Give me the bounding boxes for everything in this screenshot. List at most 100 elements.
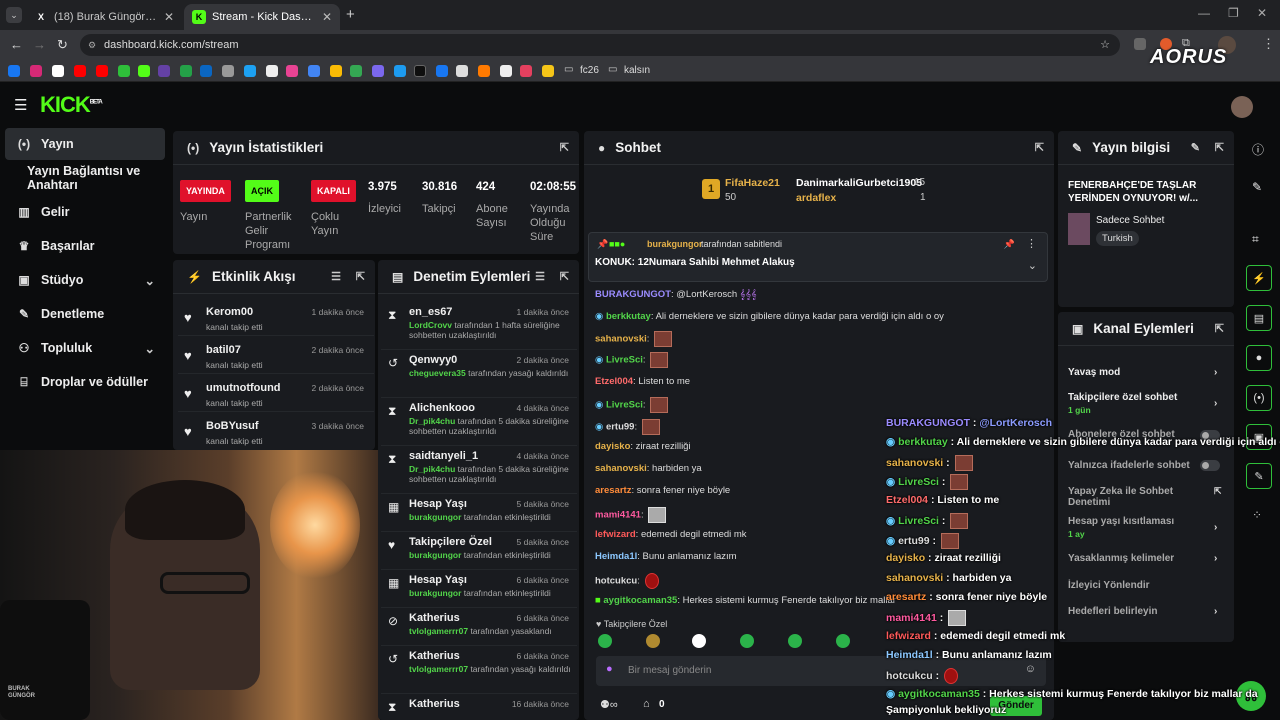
bolt-icon[interactable]: ⚡ — [1246, 265, 1272, 291]
mod-user[interactable]: Dr_pik4chu — [409, 416, 455, 426]
document-icon[interactable]: ▤ — [1246, 305, 1272, 331]
popout-icon[interactable]: ⇱ — [1035, 141, 1044, 154]
bookmark-icon[interactable] — [222, 65, 234, 77]
bookmark-folder-kalsin[interactable]: kalsın — [624, 65, 650, 76]
mod-user[interactable]: tvlolgamerrr07 — [409, 664, 468, 674]
emoji-icon[interactable]: ☺ — [1025, 663, 1036, 675]
forward-icon[interactable]: → — [33, 37, 46, 52]
bookmark-icon[interactable] — [266, 65, 278, 77]
popout-icon[interactable]: ⇱ — [560, 141, 569, 154]
bookmark-icon[interactable] — [394, 65, 406, 77]
bookmark-icon[interactable] — [74, 65, 86, 77]
nav-item-denetleme[interactable]: ✎ Denetleme — [5, 298, 165, 330]
edit-icon[interactable]: ✎ — [1252, 180, 1262, 194]
leader-name[interactable]: DanimarkaliGurbetci1905 — [796, 177, 922, 189]
chevron-down-icon[interactable]: ⌄ — [145, 341, 155, 356]
bookmark-star-icon[interactable]: ☆ — [1100, 34, 1110, 56]
hamburger-menu-icon[interactable]: ☰ — [14, 96, 27, 114]
bookmark-icon[interactable] — [118, 65, 130, 77]
chat-bubble-icon[interactable]: ● — [1246, 345, 1272, 371]
chat-user[interactable]: berkkutay — [606, 311, 651, 322]
chat-user[interactable]: ertu99 — [606, 422, 635, 433]
bookmark-icon[interactable] — [200, 65, 212, 77]
bookmark-icon[interactable] — [520, 65, 532, 77]
bookmark-icon[interactable] — [138, 65, 150, 77]
leader-name[interactable]: ardaflex — [796, 192, 836, 204]
action-banned-words[interactable]: Yasaklanmış kelimeler › — [1068, 553, 1217, 564]
microphone-icon[interactable]: ● — [606, 663, 613, 675]
broadcast-icon[interactable]: (•) — [1246, 385, 1272, 411]
back-icon[interactable]: ← — [10, 37, 23, 52]
emote-shortcut-icon[interactable] — [598, 634, 612, 648]
chevron-down-icon[interactable]: ⌄ — [145, 273, 155, 288]
tab-list-icon[interactable]: ⌄ — [6, 7, 22, 23]
bookmark-icon[interactable] — [350, 65, 362, 77]
bookmark-icon[interactable] — [286, 65, 298, 77]
bookmark-icon[interactable] — [542, 65, 554, 77]
extension-icon[interactable] — [1134, 38, 1146, 50]
bookmark-icon[interactable] — [478, 65, 490, 77]
chat-user[interactable]: aresartz — [595, 485, 631, 496]
mod-user[interactable]: tvlolgamerrr07 — [409, 626, 468, 636]
action-goals[interactable]: Hedefleri belirleyin › — [1068, 606, 1217, 617]
new-tab-button[interactable]: + — [346, 6, 355, 23]
leader-name[interactable]: FifaHaze21 — [725, 177, 780, 189]
bookmark-icon[interactable] — [180, 65, 192, 77]
nav-item-gelir[interactable]: ▥ Gelir — [5, 196, 165, 228]
close-icon[interactable]: ✕ — [164, 10, 174, 24]
action-raid[interactable]: İzleyici Yönlendir — [1068, 580, 1150, 591]
chevron-down-icon[interactable]: ⌄ — [1028, 259, 1037, 272]
bookmark-icon[interactable] — [244, 65, 256, 77]
mod-user[interactable]: cheguevera35 — [409, 368, 466, 378]
chat-user[interactable]: LivreSci — [606, 355, 643, 366]
chat-user[interactable]: hotcukcu — [595, 576, 637, 587]
community-icon[interactable]: ⚉∞ — [600, 698, 618, 711]
user-avatar[interactable] — [1231, 96, 1253, 118]
category-name[interactable]: Sadece Sohbet — [1096, 215, 1164, 226]
emote-only-toggle[interactable] — [1200, 460, 1220, 471]
chat-user[interactable]: LivreSci — [606, 400, 643, 411]
chat-user[interactable]: mami4141 — [595, 510, 641, 521]
mod-user[interactable]: burakgungor — [409, 588, 461, 598]
nav-item-topluluk[interactable]: ⚇ Topluluk ⌄ — [5, 332, 165, 364]
browser-tab-kick[interactable]: K Stream - Kick Dashboard ✕ — [184, 4, 340, 30]
minimize-icon[interactable]: — — [1198, 6, 1210, 20]
emote-shortcut-icon[interactable] — [788, 634, 802, 648]
bookmark-icon[interactable] — [52, 65, 64, 77]
action-account-age[interactable]: Hesap yaşı kısıtlaması › 1 ay — [1068, 516, 1217, 539]
wrench-icon[interactable]: ✎ — [1246, 463, 1272, 489]
reload-icon[interactable]: ↻ — [57, 37, 68, 53]
address-bar[interactable]: ⚙ dashboard.kick.com/stream ☆ — [80, 34, 1120, 56]
chat-user[interactable]: Heimda1l — [595, 551, 637, 562]
drag-handle-icon[interactable]: ⁘ — [1252, 508, 1262, 522]
nav-item-basarilar[interactable]: ♛ Başarılar — [5, 230, 165, 262]
close-window-icon[interactable]: ✕ — [1257, 6, 1267, 20]
chat-user[interactable]: sahanovski — [595, 463, 647, 474]
more-icon[interactable]: ⋮ — [1026, 237, 1037, 250]
menu-dots-icon[interactable]: ⋮ — [1262, 36, 1275, 52]
emote-shortcut-icon[interactable] — [692, 634, 706, 648]
popout-icon[interactable]: ⇱ — [1215, 141, 1224, 154]
action-ai-moderation[interactable]: Yapay Zeka ile Sohbet Denetimi ⇱ — [1068, 486, 1222, 508]
mod-user[interactable]: burakgungor — [409, 550, 461, 560]
screenshot-icon[interactable]: ⌗ — [1252, 232, 1259, 247]
store-icon[interactable]: ⌂ — [643, 698, 650, 710]
filter-icon[interactable]: ☰ — [535, 270, 545, 283]
emote-shortcut-icon[interactable] — [740, 634, 754, 648]
chat-user[interactable]: lefwizard — [595, 529, 636, 540]
bookmark-icon[interactable] — [456, 65, 468, 77]
bookmark-icon[interactable] — [414, 65, 426, 77]
mod-user[interactable]: burakgungor — [409, 512, 461, 522]
chat-user[interactable]: sahanovski — [595, 334, 647, 345]
chat-user[interactable]: dayisko — [595, 441, 630, 452]
pinned-message[interactable]: 📌 ■■● burakgungor tarafından sabitlendi … — [588, 232, 1048, 282]
mod-user[interactable]: Dr_pik4chu — [409, 464, 455, 474]
bookmark-icon[interactable] — [372, 65, 384, 77]
browser-tab-x[interactable]: X (18) Burak Güngör (@gungorbu… ✕ — [26, 4, 182, 30]
bookmark-icon[interactable] — [500, 65, 512, 77]
edit-icon[interactable]: ✎ — [1191, 141, 1200, 154]
bookmark-icon[interactable] — [158, 65, 170, 77]
emote-shortcut-icon[interactable] — [646, 634, 660, 648]
pinned-by-user[interactable]: burakgungor — [647, 239, 703, 249]
action-slow-mode[interactable]: Yavaş mod › — [1068, 367, 1217, 378]
